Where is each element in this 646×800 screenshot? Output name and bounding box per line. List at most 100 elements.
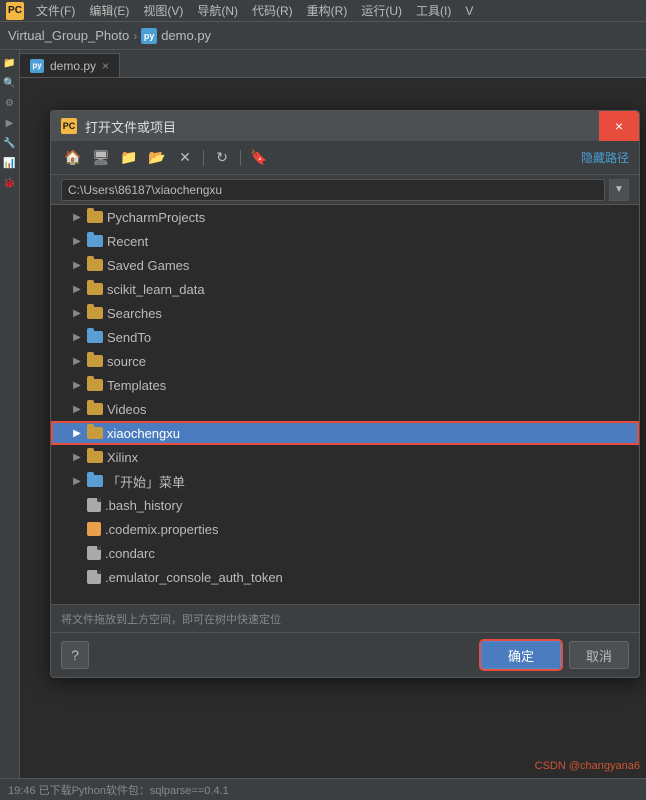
- chart-file-icon: [87, 522, 101, 536]
- menu-more[interactable]: V: [459, 0, 479, 22]
- tree-label: Saved Games: [107, 258, 189, 273]
- app-logo: PC: [6, 2, 24, 20]
- folder-icon: [87, 355, 103, 367]
- toolbar-delete-button[interactable]: ✕: [173, 146, 197, 170]
- menu-view[interactable]: 视图(V): [137, 0, 189, 22]
- tree-item-pycharmprojects[interactable]: ▶ PycharmProjects: [51, 205, 639, 229]
- tree-item-templates[interactable]: ▶ Templates: [51, 373, 639, 397]
- open-file-dialog: PC 打开文件或项目 × 🏠 🖥 📁 📂 ✕ ↻ 🔖 隐藏路径: [50, 110, 640, 678]
- editor-area: py demo.py × PC 打开文件或项目 × 🏠 🖥 �: [20, 50, 646, 800]
- sidebar-icon-3[interactable]: ⚙: [1, 94, 19, 112]
- left-sidebar: 📁 🔍 ⚙ ▶ 🔧 📊 🐞: [0, 50, 20, 800]
- tree-item-codemix[interactable]: ▶ .codemix.properties: [51, 517, 639, 541]
- cancel-button[interactable]: 取消: [569, 641, 629, 669]
- tree-item-xilinx[interactable]: ▶ Xilinx: [51, 445, 639, 469]
- toolbar-bookmark-button[interactable]: 🔖: [247, 146, 271, 170]
- menu-file[interactable]: 文件(F): [30, 0, 81, 22]
- tree-label: source: [107, 354, 146, 369]
- tree-item-videos[interactable]: ▶ Videos: [51, 397, 639, 421]
- tree-label: Videos: [107, 402, 147, 417]
- dialog-toolbar: 🏠 🖥 📁 📂 ✕ ↻ 🔖 隐藏路径: [51, 141, 639, 175]
- folder-icon: [87, 451, 103, 463]
- special-folder-icon: [87, 331, 103, 343]
- special-folder-icon: [87, 475, 103, 487]
- tree-label: 「开始」菜单: [107, 472, 185, 491]
- folder-icon: [87, 379, 103, 391]
- menu-refactor[interactable]: 重构(R): [301, 0, 354, 22]
- folder-icon: [87, 307, 103, 319]
- tree-label-xiaochengxu: xiaochengxu: [107, 426, 180, 441]
- tree-item-sendto[interactable]: ▶ SendTo: [51, 325, 639, 349]
- tree-item-source[interactable]: ▶ source: [51, 349, 639, 373]
- toolbar-desktop-button[interactable]: 🖥: [89, 146, 113, 170]
- tree-label: SendTo: [107, 330, 151, 345]
- tree-label-templates: Templates: [107, 378, 166, 393]
- menu-run[interactable]: 运行(U): [355, 0, 408, 22]
- tree-item-bash-history[interactable]: ▶ .bash_history: [51, 493, 639, 517]
- breadcrumb-file: py demo.py: [141, 28, 211, 44]
- breadcrumb-separator: ›: [133, 29, 137, 43]
- toolbar-new-folder-button[interactable]: 📂: [145, 146, 169, 170]
- menu-edit[interactable]: 编辑(E): [83, 0, 135, 22]
- menu-tools[interactable]: 工具(I): [410, 0, 457, 22]
- tree-item-start-menu[interactable]: ▶ 「开始」菜单: [51, 469, 639, 493]
- folder-icon: [87, 403, 103, 415]
- sidebar-icon-6[interactable]: 📊: [1, 154, 19, 172]
- tree-label: .emulator_console_auth_token: [105, 570, 283, 585]
- file-tree[interactable]: ▶ PycharmProjects ▶ Recent ▶ Saved Games: [51, 205, 639, 605]
- tab-demo-py[interactable]: py demo.py ×: [20, 53, 120, 77]
- menu-navigate[interactable]: 导航(N): [191, 0, 244, 22]
- dialog-footer: ? 确定 取消: [51, 633, 639, 677]
- tree-item-condarc[interactable]: ▶ .condarc: [51, 541, 639, 565]
- folder-icon: [87, 211, 103, 223]
- tree-arrow: ▶: [71, 403, 83, 415]
- sidebar-icon-7[interactable]: 🐞: [1, 174, 19, 192]
- path-dropdown-button[interactable]: ▼: [609, 179, 629, 201]
- tree-label: Recent: [107, 234, 148, 249]
- menu-bar: PC 文件(F) 编辑(E) 视图(V) 导航(N) 代码(R) 重构(R) 运…: [0, 0, 646, 22]
- tab-bar: py demo.py ×: [20, 50, 646, 78]
- tree-label: .bash_history: [105, 498, 182, 513]
- tree-arrow: ▶: [71, 379, 83, 391]
- tab-file-icon: py: [30, 59, 44, 73]
- tab-close-icon[interactable]: ×: [102, 59, 109, 73]
- folder-icon: [87, 283, 103, 295]
- sidebar-icon-4[interactable]: ▶: [1, 114, 19, 132]
- sidebar-project-icon[interactable]: 📁: [1, 54, 19, 72]
- tree-item-searches[interactable]: ▶ Searches: [51, 301, 639, 325]
- tree-arrow: ▶: [71, 283, 83, 295]
- special-folder-icon: [87, 235, 103, 247]
- path-input[interactable]: [61, 179, 605, 201]
- sidebar-icon-2[interactable]: 🔍: [1, 74, 19, 92]
- tree-arrow: ▶: [71, 211, 83, 223]
- tree-item-scikit[interactable]: ▶ scikit_learn_data: [51, 277, 639, 301]
- toolbar-refresh-button[interactable]: ↻: [210, 146, 234, 170]
- tree-item-recent[interactable]: ▶ Recent: [51, 229, 639, 253]
- status-text: 19:46 已下载Python软件包：sqlparse==0.4.1: [8, 782, 229, 798]
- tree-label: .condarc: [105, 546, 155, 561]
- file-icon: [87, 570, 101, 584]
- tree-label: scikit_learn_data: [107, 282, 205, 297]
- hide-path-button[interactable]: 隐藏路径: [581, 149, 629, 166]
- sidebar-icon-5[interactable]: 🔧: [1, 134, 19, 152]
- file-icon: [87, 546, 101, 560]
- hint-text: 将文件拖放到上方空间，即可在树中快速定位: [61, 611, 281, 627]
- toolbar-folder-button[interactable]: 📁: [117, 146, 141, 170]
- tree-arrow: ▶: [71, 427, 83, 439]
- tree-arrow: ▶: [71, 355, 83, 367]
- dialog-title-bar: PC 打开文件或项目 ×: [51, 111, 639, 141]
- tree-label: Searches: [107, 306, 162, 321]
- breadcrumb-project: Virtual_Group_Photo: [8, 28, 129, 43]
- dialog-close-button[interactable]: ×: [599, 111, 639, 141]
- ok-button[interactable]: 确定: [481, 641, 561, 669]
- folder-icon: [87, 259, 103, 271]
- status-bar: 19:46 已下载Python软件包：sqlparse==0.4.1: [0, 778, 646, 800]
- tree-item-saved-games[interactable]: ▶ Saved Games: [51, 253, 639, 277]
- tree-label: Xilinx: [107, 450, 138, 465]
- toolbar-home-button[interactable]: 🏠: [61, 146, 85, 170]
- menu-code[interactable]: 代码(R): [246, 0, 299, 22]
- help-button[interactable]: ?: [61, 641, 89, 669]
- tree-item-xiaochengxu[interactable]: ▶ xiaochengxu: [51, 421, 639, 445]
- tree-item-emulator[interactable]: ▶ .emulator_console_auth_token: [51, 565, 639, 589]
- dialog-logo: PC: [61, 118, 77, 134]
